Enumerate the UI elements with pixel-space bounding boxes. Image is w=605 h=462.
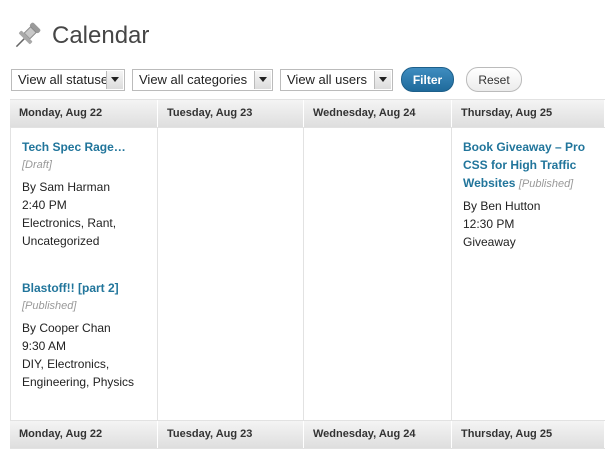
day-header-wednesday: Wednesday, Aug 24 — [304, 100, 452, 127]
post-author: By Cooper Chan — [22, 321, 111, 335]
day-header-monday: Monday, Aug 22 — [10, 421, 158, 448]
post-status: [Draft] — [22, 159, 52, 171]
chevron-down-icon[interactable] — [106, 70, 123, 89]
post-status: [Published] — [22, 300, 77, 312]
calendar-post: Tech Spec Rage… [Draft] By Sam Harman 2:… — [22, 138, 147, 250]
post-title-link[interactable]: Tech Spec Rage… — [22, 138, 147, 156]
chevron-down-icon[interactable] — [254, 70, 271, 89]
category-select-value: View all categories — [139, 71, 248, 87]
day-cell-monday: Tech Spec Rage… [Draft] By Sam Harman 2:… — [10, 128, 158, 420]
reset-button[interactable]: Reset — [466, 67, 522, 92]
day-header-monday: Monday, Aug 22 — [10, 100, 158, 127]
post-categories: Giveaway — [463, 235, 516, 249]
page-header: Calendar — [10, 16, 149, 56]
post-time: 2:40 PM — [22, 198, 67, 212]
status-select-value: View all statuses — [18, 71, 115, 87]
filter-button[interactable]: Filter — [401, 67, 454, 92]
day-header-tuesday: Tuesday, Aug 23 — [158, 100, 304, 127]
post-author: By Ben Hutton — [463, 199, 541, 213]
calendar-week-body: Tech Spec Rage… [Draft] By Sam Harman 2:… — [10, 128, 605, 420]
day-header-tuesday: Tuesday, Aug 23 — [158, 421, 304, 448]
day-cell-wednesday — [304, 128, 452, 420]
day-header-row-top: Monday, Aug 22 Tuesday, Aug 23 Wednesday… — [10, 99, 605, 128]
category-select[interactable]: View all categories — [132, 68, 273, 91]
day-header-wednesday: Wednesday, Aug 24 — [304, 421, 452, 448]
filter-bar: View all statuses View all categories Vi… — [11, 67, 522, 92]
post-title-link[interactable]: Blastoff!! [part 2] — [22, 279, 147, 297]
post-categories: DIY, Electronics, Engineering, Physics — [22, 357, 135, 389]
post-author: By Sam Harman — [22, 180, 111, 194]
post-categories: Electronics, Rant, Uncategorized — [22, 216, 117, 248]
user-select[interactable]: View all users — [280, 68, 393, 91]
calendar-grid: Monday, Aug 22 Tuesday, Aug 23 Wednesday… — [10, 99, 605, 449]
day-header-thursday: Thursday, Aug 25 — [452, 421, 605, 448]
post-time: 9:30 AM — [22, 339, 67, 353]
page-title: Calendar — [52, 22, 150, 49]
post-time: 12:30 PM — [463, 217, 515, 231]
day-cell-tuesday — [158, 128, 304, 420]
day-header-row-bottom: Monday, Aug 22 Tuesday, Aug 23 Wednesday… — [10, 420, 605, 449]
pushpin-icon — [15, 22, 41, 48]
post-status: [Published] — [518, 178, 574, 190]
day-header-thursday: Thursday, Aug 25 — [452, 100, 605, 127]
day-cell-thursday: Book Giveaway – Pro CSS for High Traffic… — [452, 128, 605, 420]
chevron-down-icon[interactable] — [374, 70, 391, 89]
user-select-value: View all users — [287, 71, 367, 87]
status-select[interactable]: View all statuses — [11, 68, 125, 91]
calendar-post: Blastoff!! [part 2] [Published] By Coope… — [22, 279, 147, 391]
calendar-post: Book Giveaway – Pro CSS for High Traffic… — [463, 138, 595, 251]
